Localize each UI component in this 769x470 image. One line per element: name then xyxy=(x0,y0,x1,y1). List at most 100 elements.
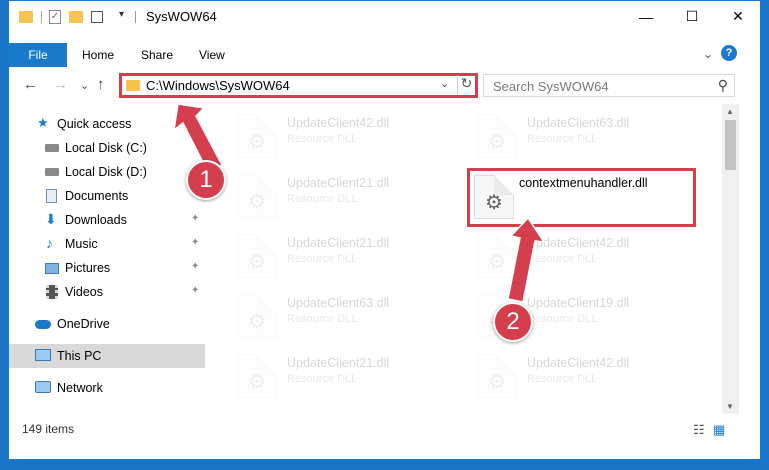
sidebar-item-quick-access[interactable]: ★ Quick access xyxy=(9,112,205,136)
scroll-down-icon[interactable]: ▼ xyxy=(726,402,734,411)
videos-icon xyxy=(46,285,58,299)
tab-home[interactable]: Home xyxy=(82,48,114,62)
file-item[interactable]: ⚙ UpdateClient63.dll Resource DLL xyxy=(209,288,439,344)
quick-access-dropdown-icon[interactable]: ▾ xyxy=(119,9,129,27)
star-icon: ★ xyxy=(37,115,49,130)
title-bar: ✓ ▾ SysWOW64 — ☐ ✕ xyxy=(9,1,760,32)
tab-share[interactable]: Share xyxy=(141,48,173,62)
address-dropdown-icon[interactable]: ⌄ xyxy=(440,77,449,90)
pin-icon[interactable]: ✦ xyxy=(191,261,199,272)
sidebar-item-label: Local Disk (D:) xyxy=(65,165,147,179)
file-type: Resource DLL xyxy=(527,253,598,265)
sidebar-item-local-disk-d[interactable]: Local Disk (D:) xyxy=(9,160,205,184)
file-item[interactable]: ⚙ UpdateClient42.dll Resource DLL xyxy=(449,348,679,404)
window-title: SysWOW64 xyxy=(146,9,217,24)
step-2-badge: 2 xyxy=(493,302,533,342)
sidebar-item-local-disk-c[interactable]: Local Disk (C:) xyxy=(9,136,205,160)
pin-icon[interactable]: ✦ xyxy=(191,285,199,296)
sidebar-item-music[interactable]: ♪ Music ✦ xyxy=(9,232,205,256)
file-type: Resource DLL xyxy=(527,313,598,325)
sidebar-item-network[interactable]: Network xyxy=(9,376,205,400)
file-type: Resource DLL xyxy=(287,133,358,145)
search-icon: ⚲ xyxy=(717,77,728,93)
dll-file-icon: ⚙ xyxy=(474,175,514,219)
navigation-bar: ← → ⌄ ↑ C:\Windows\SysWOW64 ⌄ ↻ Search S… xyxy=(9,69,760,103)
toolbar-divider xyxy=(41,11,42,23)
customize-toolbar-icon[interactable] xyxy=(91,8,113,26)
sidebar-item-onedrive[interactable]: OneDrive xyxy=(9,312,205,336)
expand-ribbon-icon[interactable]: ⌄ xyxy=(703,47,713,61)
sidebar-item-label: Downloads xyxy=(65,213,127,227)
file-name: UpdateClient21.dll xyxy=(287,176,390,190)
dll-file-icon: ⚙ xyxy=(477,114,517,158)
item-count: 149 items xyxy=(22,422,75,436)
close-button[interactable]: ✕ xyxy=(715,1,760,32)
file-item[interactable]: ⚙ UpdateClient21.dll Resource DLL xyxy=(209,348,439,404)
refresh-button[interactable]: ↻ xyxy=(457,75,475,94)
dll-file-icon: ⚙ xyxy=(237,114,277,158)
dll-file-icon: ⚙ xyxy=(477,234,517,278)
help-icon[interactable]: ? xyxy=(721,45,737,61)
new-folder-icon[interactable] xyxy=(69,8,85,26)
sidebar-item-label: OneDrive xyxy=(57,317,110,331)
drive-icon xyxy=(45,144,59,152)
explorer-window: ✓ ▾ SysWOW64 — ☐ ✕ File Home Share View … xyxy=(8,0,761,460)
file-name: UpdateClient63.dll xyxy=(527,116,630,130)
file-item[interactable]: ⚙ UpdateClient21.dll Resource DLL xyxy=(209,228,439,284)
documents-icon xyxy=(46,189,57,203)
tiles-view-icon[interactable]: ▦ xyxy=(713,422,725,438)
pictures-icon xyxy=(45,263,59,274)
forward-button[interactable]: → xyxy=(53,76,68,93)
sidebar-item-this-pc[interactable]: This PC xyxy=(9,344,205,368)
sidebar-item-videos[interactable]: Videos ✦ xyxy=(9,280,205,304)
dll-file-icon: ⚙ xyxy=(237,174,277,218)
details-view-icon[interactable]: ☷ xyxy=(693,422,705,438)
recent-locations-button[interactable]: ⌄ xyxy=(80,79,89,92)
address-path[interactable]: C:\Windows\SysWOW64 xyxy=(146,78,290,93)
music-icon: ♪ xyxy=(46,235,53,251)
dll-file-icon: ⚙ xyxy=(237,234,277,278)
sidebar-item-label: This PC xyxy=(57,349,102,363)
file-list: ⚙ UpdateClient42.dll Resource DLL ⚙ Upda… xyxy=(209,104,722,414)
sidebar-item-label: Music xyxy=(65,237,98,251)
tab-file[interactable]: File xyxy=(9,43,67,67)
properties-icon[interactable]: ✓ xyxy=(49,8,63,26)
file-item[interactable]: ⚙ UpdateClient19.dll Resource DLL xyxy=(449,288,679,344)
status-bar: 149 items ☷ ▦ xyxy=(9,419,760,441)
downloads-icon: ⬇ xyxy=(45,211,57,227)
scroll-up-icon[interactable]: ▲ xyxy=(726,107,734,116)
minimize-button[interactable]: — xyxy=(623,1,669,32)
file-item[interactable]: ⚙ UpdateClient42.dll Resource DLL xyxy=(209,108,439,164)
back-button[interactable]: ← xyxy=(23,76,38,93)
file-name: UpdateClient19.dll xyxy=(527,296,630,310)
maximize-button[interactable]: ☐ xyxy=(669,1,715,32)
pin-icon[interactable]: ✦ xyxy=(191,237,199,248)
drive-icon xyxy=(45,168,59,176)
vertical-scrollbar[interactable]: ▲ ▼ xyxy=(722,104,739,414)
address-bar[interactable]: C:\Windows\SysWOW64 ⌄ ↻ xyxy=(119,73,478,98)
file-name: UpdateClient21.dll xyxy=(287,236,390,250)
sidebar-item-documents[interactable]: Documents ✦ xyxy=(9,184,205,208)
pin-icon[interactable]: ✦ xyxy=(191,213,199,224)
up-button[interactable]: ↑ xyxy=(97,76,105,93)
folder-icon xyxy=(19,8,35,26)
file-type: Resource DLL xyxy=(527,373,598,385)
file-item[interactable]: ⚙ UpdateClient42.dll Resource DLL xyxy=(449,228,679,284)
search-box[interactable]: Search SysWOW64 ⚲ xyxy=(483,74,735,97)
cloud-icon xyxy=(35,320,51,329)
dll-file-icon: ⚙ xyxy=(237,354,277,398)
file-item-highlighted[interactable]: ⚙ contextmenuhandler.dll xyxy=(467,168,696,227)
step-1-badge: 1 xyxy=(186,160,226,200)
sidebar-item-label: Quick access xyxy=(57,117,132,131)
folder-icon xyxy=(126,80,140,91)
sidebar-item-downloads[interactable]: ⬇ Downloads ✦ xyxy=(9,208,205,232)
sidebar-item-pictures[interactable]: Pictures ✦ xyxy=(9,256,205,280)
navigation-pane: ★ Quick access Local Disk (C:) Local Dis… xyxy=(9,104,205,414)
file-item[interactable]: ⚙ UpdateClient21.dll Resource DLL xyxy=(209,168,439,224)
file-item[interactable]: ⚙ UpdateClient63.dll Resource DLL xyxy=(449,108,679,164)
sidebar-item-label: Videos xyxy=(65,285,103,299)
tab-view[interactable]: View xyxy=(199,48,225,62)
scroll-thumb[interactable] xyxy=(725,120,736,170)
file-name: contextmenuhandler.dll xyxy=(519,176,648,190)
file-type: Resource DLL xyxy=(287,313,358,325)
